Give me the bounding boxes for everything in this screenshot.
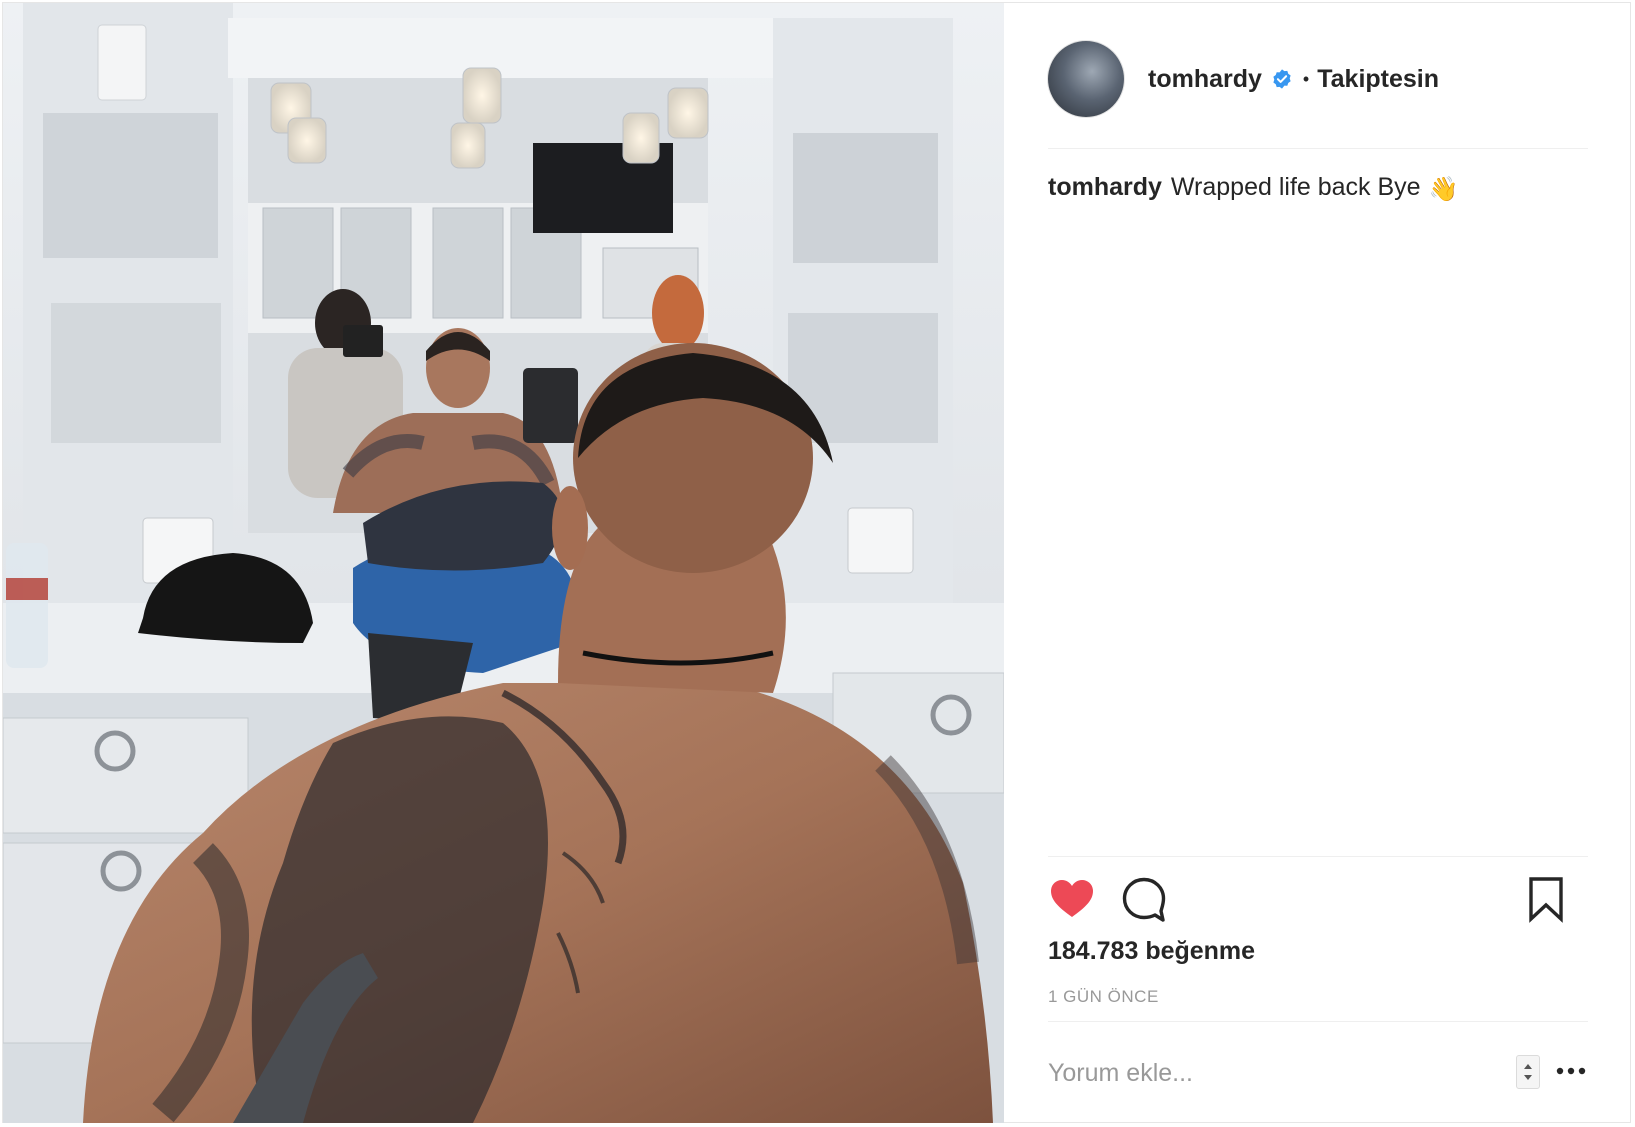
actions-divider [1048,856,1588,857]
header-dot-separator: • [1302,68,1310,89]
heart-icon[interactable] [1048,875,1096,923]
likes-count[interactable]: 184.783 beğenme [1048,937,1255,966]
caption-username[interactable]: tomhardy [1048,173,1162,201]
follow-status-button[interactable]: Takiptesin [1317,65,1439,94]
up-down-arrows-icon [1524,1064,1532,1080]
post-photo[interactable] [3,3,1004,1123]
header-divider [1048,148,1588,149]
add-comment-input[interactable] [1048,1043,1488,1103]
more-options-icon[interactable] [1553,1057,1589,1085]
comment-icon[interactable] [1120,875,1168,923]
add-comment-row [1048,1043,1588,1103]
verified-badge-icon [1273,69,1291,89]
comment-divider [1048,1021,1588,1022]
waving-hand-emoji: 👋 [1428,176,1459,203]
post-photo-illustration [3,3,1004,1123]
header-username[interactable]: tomhardy [1148,65,1262,94]
post-timestamp[interactable]: 1 GÜN ÖNCE [1048,987,1159,1007]
caption-text: Wrapped life back Bye [1170,173,1421,201]
bookmark-icon[interactable] [1522,875,1570,923]
avatar[interactable] [1048,41,1124,117]
post-sidebar: tomhardy • Takiptesin tomhardy Wrapped li… [1005,3,1631,1123]
comment-resize-handle[interactable] [1516,1055,1540,1089]
post-caption: tomhardy Wrapped life back Bye 👋 [1048,173,1458,204]
post-actions [1048,875,1588,927]
post-header: tomhardy • Takiptesin [1048,39,1588,119]
